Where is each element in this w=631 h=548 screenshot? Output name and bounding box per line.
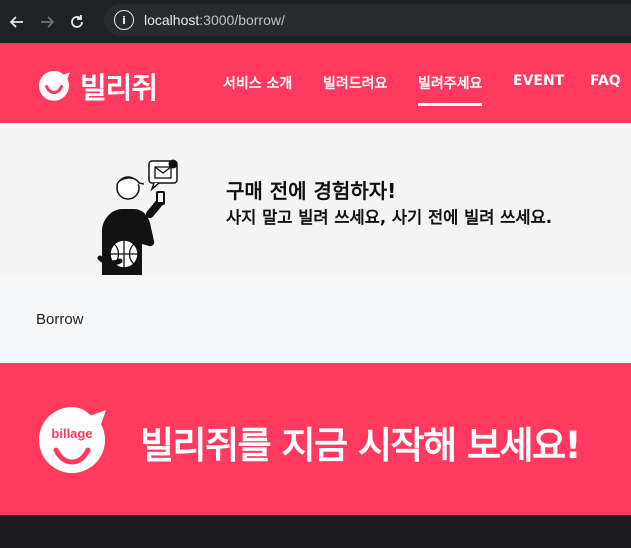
- arrow-left-icon: [9, 15, 23, 28]
- badge-label: billage: [51, 426, 93, 441]
- site-header: 빌리쥐 서비스 소개 빌려드려요 빌려주세요 EVENT FAQ: [0, 43, 631, 123]
- borrow-content: Borrow: [0, 275, 631, 363]
- footer: [0, 515, 631, 548]
- info-icon[interactable]: i: [114, 10, 134, 30]
- hero-title: 구매 전에 경험하자!: [226, 179, 397, 203]
- url-text[interactable]: localhost:3000/borrow/: [144, 12, 285, 28]
- back-button[interactable]: [4, 9, 30, 35]
- hero-subtitle: 사지 말고 빌려 쓰세요, 사기 전에 빌려 쓰세요.: [226, 208, 552, 227]
- nav-item-event[interactable]: EVENT: [513, 73, 564, 89]
- nav-item-borrow[interactable]: 빌려주세요: [418, 73, 483, 106]
- page-heading: Borrow: [36, 311, 84, 328]
- logo-smile-icon: [39, 71, 70, 101]
- arrow-right-icon: [41, 15, 55, 28]
- cta-headline: 빌리쥐를 지금 시작해 보세요!: [140, 424, 582, 467]
- cta-banner: billage 빌리쥐를 지금 시작해 보세요!: [0, 363, 631, 515]
- brand-logo[interactable]: 빌리쥐: [36, 65, 158, 107]
- nav-item-faq[interactable]: FAQ: [590, 73, 621, 89]
- nav-item-about[interactable]: 서비스 소개: [223, 73, 292, 93]
- nav-item-lend[interactable]: 빌려드려요: [323, 73, 387, 93]
- brand-name: 빌리쥐: [80, 71, 158, 105]
- forward-button[interactable]: [34, 9, 60, 35]
- hero-banner: 구매 전에 경험하자! 사지 말고 빌려 쓰세요, 사기 전에 빌려 쓰세요.: [0, 123, 631, 275]
- reload-icon: [71, 14, 83, 28]
- address-bar[interactable]: i localhost:3000/borrow/: [104, 4, 631, 36]
- browser-toolbar: i localhost:3000/borrow/: [0, 0, 631, 43]
- reload-button[interactable]: [64, 9, 90, 35]
- person-with-basketball-illustration: [97, 159, 178, 275]
